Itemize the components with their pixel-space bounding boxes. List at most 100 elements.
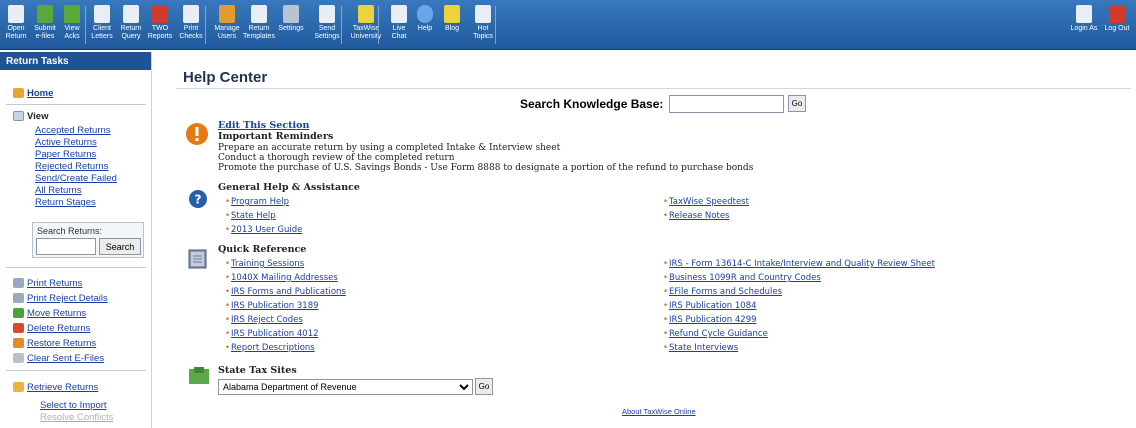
toolbar-separator bbox=[85, 6, 86, 44]
sidebar-link-restore-returns[interactable]: Restore Returns bbox=[27, 338, 96, 349]
help-link-release-notes[interactable]: •Release Notes bbox=[663, 211, 729, 221]
open-return-button[interactable]: Open Return bbox=[2, 2, 30, 48]
knowledge-base-label: Search Knowledge Base: bbox=[520, 97, 664, 111]
reports-button[interactable]: TWO Reports bbox=[146, 2, 174, 48]
return-templates-button[interactable]: Return Templates bbox=[243, 2, 275, 48]
quick-link[interactable]: •IRS Publication 3189 bbox=[225, 301, 319, 311]
sidebar-divider bbox=[6, 370, 146, 371]
login-as-button[interactable]: Login As bbox=[1068, 2, 1100, 48]
state-tax-sites-heading: State Tax Sites bbox=[218, 365, 297, 376]
send-settings-icon bbox=[319, 5, 335, 23]
quick-link[interactable]: •Training Sessions bbox=[225, 259, 304, 269]
knowledge-base-search-input[interactable] bbox=[669, 95, 784, 113]
quick-link[interactable]: •IRS Forms and Publications bbox=[225, 287, 346, 297]
sidebar-link-active-returns[interactable]: Active Returns bbox=[35, 137, 97, 148]
sidebar-link-home[interactable]: Home bbox=[27, 88, 53, 99]
return-query-button[interactable]: Return Query bbox=[117, 2, 145, 48]
sidebar-link-accepted-returns[interactable]: Accepted Returns bbox=[35, 125, 111, 136]
sidebar-divider bbox=[6, 267, 146, 268]
toolbar-button-label: Client Letters bbox=[91, 25, 113, 40]
help-link-program-help[interactable]: •Program Help bbox=[225, 197, 289, 207]
sidebar-link-clear-sent-efiles[interactable]: Clear Sent E-Files bbox=[27, 353, 104, 364]
search-returns-panel: Search Returns: Search bbox=[32, 222, 144, 258]
toolbar-separator bbox=[341, 6, 342, 44]
knowledge-base-go-button[interactable]: Go bbox=[788, 95, 806, 112]
manage-users-button[interactable]: Manage Users bbox=[213, 2, 241, 48]
toolbar-button-label: Blog bbox=[444, 25, 459, 32]
log-out-button[interactable]: Log Out bbox=[1101, 2, 1133, 48]
print-checks-icon bbox=[183, 5, 199, 23]
toolbar-button-label: Settings bbox=[278, 25, 304, 32]
edit-this-section-link[interactable]: Edit This Section bbox=[218, 120, 309, 131]
quick-link[interactable]: •EFile Forms and Schedules bbox=[663, 287, 782, 297]
sidebar-link-all-returns[interactable]: All Returns bbox=[35, 185, 81, 196]
blog-button[interactable]: Blog bbox=[439, 2, 465, 48]
quick-link[interactable]: •IRS Publication 4012 bbox=[225, 329, 319, 339]
sidebar: Return Tasks Home View Accepted Returns … bbox=[0, 52, 152, 428]
state-go-button[interactable]: Go bbox=[475, 378, 493, 395]
quick-link[interactable]: •Refund Cycle Guidance bbox=[663, 329, 768, 339]
return-query-icon bbox=[123, 5, 139, 23]
quick-link[interactable]: •IRS Reject Codes bbox=[225, 315, 303, 325]
reports-icon bbox=[152, 5, 168, 23]
toolbar-separator bbox=[205, 6, 206, 44]
help-question-icon: ? bbox=[189, 190, 207, 208]
sidebar-link-return-stages[interactable]: Return Stages bbox=[35, 197, 96, 208]
view-acks-button[interactable]: View Acks bbox=[58, 2, 86, 48]
quick-link[interactable]: •Report Descriptions bbox=[225, 343, 315, 353]
submit-efiles-icon bbox=[37, 5, 53, 23]
quick-link[interactable]: •State Interviews bbox=[663, 343, 738, 353]
client-letters-button[interactable]: Client Letters bbox=[88, 2, 116, 48]
sidebar-link-move-returns[interactable]: Move Returns bbox=[27, 308, 86, 319]
help-link-speedtest[interactable]: •TaxWise Speedtest bbox=[663, 197, 749, 207]
sidebar-link-paper-returns[interactable]: Paper Returns bbox=[35, 149, 96, 160]
about-link[interactable]: About TaxWise Online bbox=[622, 407, 696, 416]
toolbar-button-label: Hot Topics bbox=[473, 25, 493, 40]
quick-link[interactable]: •1040X Mailing Addresses bbox=[225, 273, 338, 283]
search-returns-input[interactable] bbox=[36, 238, 96, 255]
settings-button[interactable]: Settings bbox=[276, 2, 306, 48]
retrieve-icon bbox=[13, 382, 24, 392]
print-checks-button[interactable]: Print Checks bbox=[175, 2, 207, 48]
sidebar-link-rejected-returns[interactable]: Rejected Returns bbox=[35, 161, 108, 172]
sidebar-link-print-returns[interactable]: Print Returns bbox=[27, 278, 82, 289]
sidebar-link-delete-returns[interactable]: Delete Returns bbox=[27, 323, 90, 334]
toolbar-button-label: Login As bbox=[1070, 25, 1098, 32]
toolbar-button-label: Return Query bbox=[120, 25, 142, 40]
sidebar-link-retrieve-returns[interactable]: Retrieve Returns bbox=[27, 382, 98, 393]
quick-link[interactable]: •IRS Publication 4299 bbox=[663, 315, 757, 325]
log-out-icon bbox=[1109, 5, 1125, 23]
help-button[interactable]: Help bbox=[413, 2, 437, 48]
help-icon bbox=[417, 5, 433, 23]
hot-topics-button[interactable]: Hot Topics bbox=[468, 2, 498, 48]
important-reminder-icon bbox=[186, 123, 208, 145]
live-chat-button[interactable]: Live Chat bbox=[386, 2, 412, 48]
book-icon bbox=[188, 249, 207, 269]
live-chat-icon bbox=[391, 5, 407, 23]
general-help-heading: General Help & Assistance bbox=[218, 182, 360, 193]
sidebar-link-print-reject-details[interactable]: Print Reject Details bbox=[27, 293, 108, 304]
sidebar-link-select-to-import[interactable]: Select to Import bbox=[40, 400, 107, 411]
search-returns-button[interactable]: Search bbox=[99, 238, 141, 255]
quick-link[interactable]: •Business 1099R and Country Codes bbox=[663, 273, 821, 283]
toolbar-button-label: Manage Users bbox=[214, 25, 240, 40]
clear-icon bbox=[13, 353, 24, 363]
main-toolbar: Open Return Submit e-files View Acks Client… bbox=[0, 0, 1136, 50]
manage-users-icon bbox=[219, 5, 235, 23]
quick-link[interactable]: •IRS Publication 1084 bbox=[663, 301, 757, 311]
toolbar-button-label: Print Checks bbox=[179, 25, 203, 40]
quick-link[interactable]: •IRS - Form 13614-C Intake/Interview and… bbox=[663, 259, 935, 269]
title-divider bbox=[176, 88, 1131, 89]
important-reminders-heading: Important Reminders bbox=[218, 131, 334, 142]
sidebar-link-resolve-conflicts: Resolve Conflicts bbox=[40, 412, 114, 423]
submit-efiles-button[interactable]: Submit e-files bbox=[32, 2, 58, 48]
view-icon bbox=[13, 111, 24, 121]
toolbar-button-label: TWO Reports bbox=[147, 25, 173, 40]
toolbar-button-label: Submit e-files bbox=[34, 25, 56, 40]
help-link-state-help[interactable]: •State Help bbox=[225, 211, 276, 221]
help-link-user-guide[interactable]: •2013 User Guide bbox=[225, 225, 302, 235]
return-templates-icon bbox=[251, 5, 267, 23]
sidebar-link-send-create-failed[interactable]: Send/Create Failed bbox=[35, 173, 117, 184]
client-letters-icon bbox=[94, 5, 110, 23]
state-tax-sites-select[interactable]: Alabama Department of Revenue bbox=[218, 379, 473, 395]
